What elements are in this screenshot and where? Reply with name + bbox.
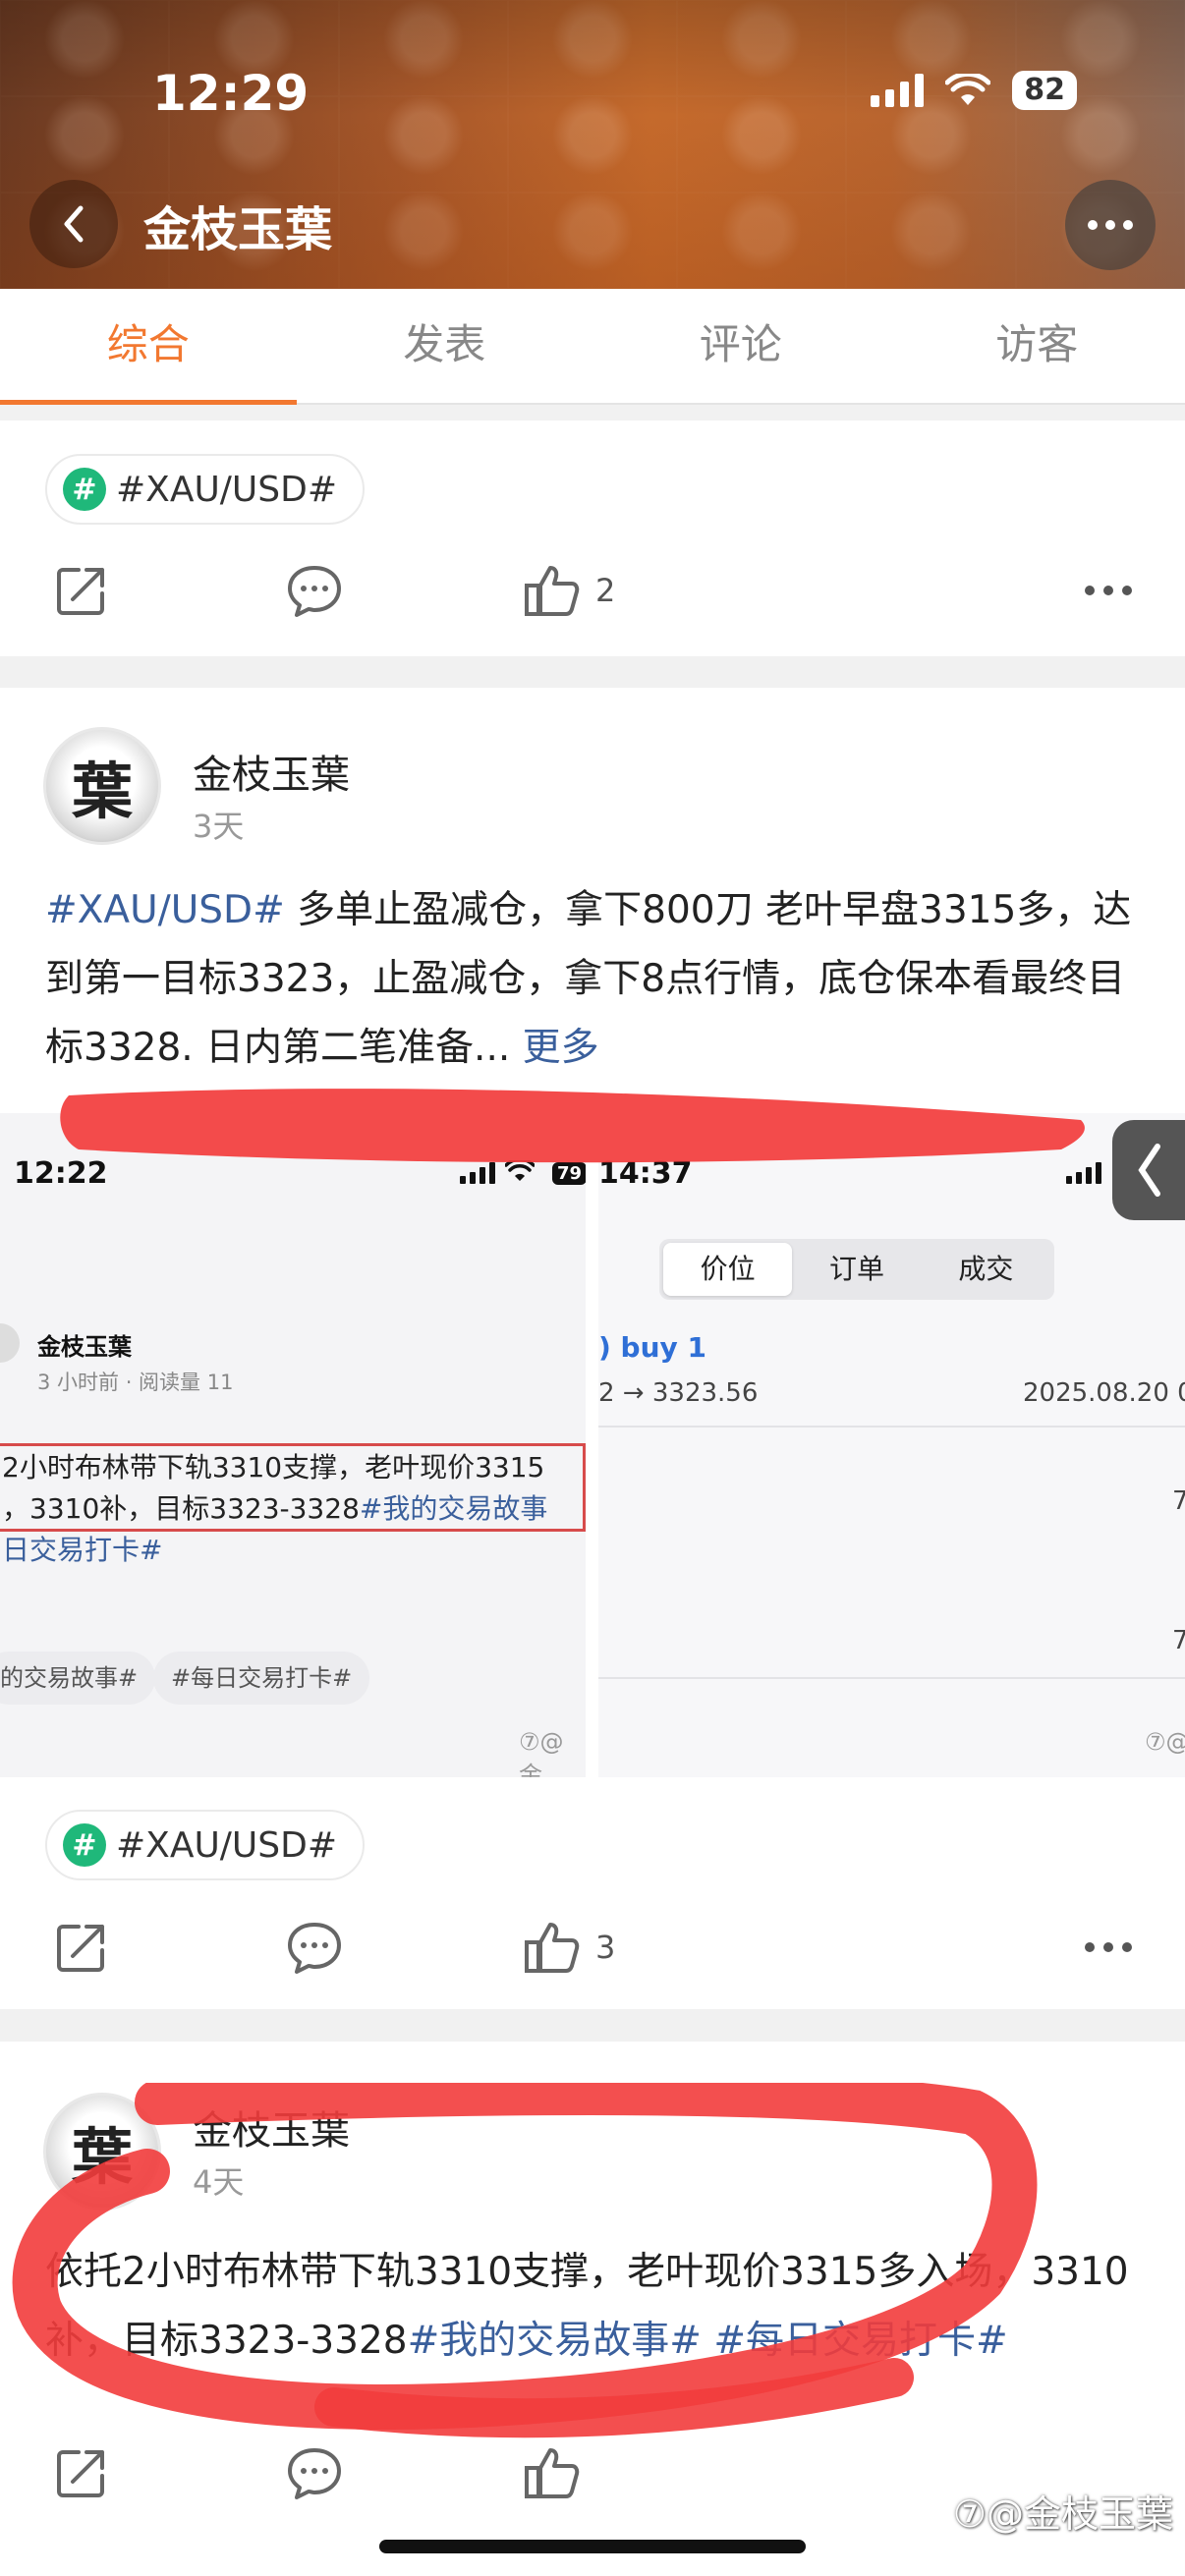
- post-author[interactable]: 金枝玉葉: [193, 2099, 350, 2156]
- share-icon: [57, 1925, 104, 1972]
- like-count: 3: [595, 1929, 616, 1966]
- chevron-left-icon: [1138, 1144, 1160, 1197]
- post-body[interactable]: 依托2小时布林带下轨3310支撑，老叶现价3315多入场，3310补，目标332…: [45, 2238, 1146, 2376]
- like-button[interactable]: 3: [523, 1903, 615, 1991]
- comment-icon: [288, 2448, 341, 2499]
- battery-indicator: 82: [1012, 71, 1077, 110]
- more-link[interactable]: 更多: [523, 1026, 599, 1070]
- trade-segmented-control: 价位 订单 成交: [659, 1239, 1054, 1300]
- profile-header: 12:29 82 金枝玉葉: [0, 0, 1185, 289]
- cellular-signal-icon: [871, 74, 925, 107]
- hashtag-link[interactable]: #XAU/USD#: [45, 888, 285, 932]
- thumbs-up-icon: [525, 1923, 580, 1973]
- hashtag-link[interactable]: #我的交易故事# #每日交易打卡#: [408, 2319, 1008, 2363]
- post-more-button[interactable]: [1085, 1942, 1132, 1952]
- comment-button[interactable]: [285, 2429, 344, 2517]
- thumbs-up-icon: [525, 2448, 580, 2498]
- topic-hash-icon: #: [63, 468, 106, 511]
- back-button[interactable]: [29, 180, 118, 268]
- wifi-icon: [945, 74, 991, 107]
- comment-icon: [288, 1923, 341, 1974]
- tab-comments[interactable]: 评论: [592, 289, 889, 403]
- like-button[interactable]: [523, 2429, 582, 2517]
- watermark: ⑦@金枝玉葉: [952, 2492, 1173, 2536]
- wifi-icon: [505, 1160, 535, 1181]
- profile-tabs: 综合 发表 评论 访客: [0, 289, 1185, 405]
- post-actions: 2: [0, 546, 1185, 635]
- comment-button[interactable]: [285, 546, 344, 635]
- like-button[interactable]: 2: [523, 546, 615, 635]
- avatar[interactable]: 葉: [43, 2093, 161, 2211]
- more-options-button[interactable]: [1065, 180, 1156, 270]
- post-actions: 3: [0, 1903, 1185, 1991]
- topic-hash-icon: #: [63, 1823, 106, 1867]
- tab-visitors[interactable]: 访客: [889, 289, 1185, 403]
- share-icon: [57, 568, 104, 615]
- chevron-left-icon: [64, 205, 84, 243]
- share-icon: [57, 2450, 104, 2497]
- comment-button[interactable]: [285, 1903, 344, 1991]
- cellular-signal-icon: [1066, 1162, 1101, 1184]
- share-button[interactable]: [53, 1903, 110, 1991]
- status-icons: 82: [871, 71, 1077, 110]
- avatar: [0, 1323, 20, 1363]
- seg-price[interactable]: 价位: [663, 1243, 793, 1296]
- post-image-left[interactable]: 12:22 79 金枝玉葉 3 小时前 · 阅读量 11 2小时布林带下轨331…: [0, 1113, 586, 1777]
- share-button[interactable]: [53, 2429, 110, 2517]
- side-drawer-handle[interactable]: [1112, 1120, 1185, 1220]
- topic-tag[interactable]: # #XAU/USD#: [45, 1810, 366, 1880]
- post-image-right[interactable]: 14:37 价位 订单 成交 ) buy 1 2 → 3323.56 2025.…: [598, 1113, 1185, 1777]
- tab-overview[interactable]: 综合: [0, 289, 297, 405]
- share-button[interactable]: [53, 546, 110, 635]
- post-card: # #XAU/USD# 2: [0, 420, 1185, 656]
- seg-deals[interactable]: 成交: [922, 1243, 1050, 1296]
- tab-posts[interactable]: 发表: [297, 289, 593, 403]
- seg-orders[interactable]: 订单: [792, 1243, 921, 1296]
- post-time: 3天: [193, 808, 245, 845]
- home-indicator[interactable]: [379, 2540, 806, 2553]
- page-title: 金枝玉葉: [143, 202, 333, 257]
- post-more-button[interactable]: [1085, 586, 1132, 595]
- post-author[interactable]: 金枝玉葉: [193, 743, 350, 800]
- post-body[interactable]: #XAU/USD# 多单止盈减仓，拿下800刀 老叶早盘3315多，达到第一目标…: [45, 876, 1146, 1083]
- thumbs-up-icon: [525, 566, 580, 616]
- post-time: 4天: [193, 2163, 245, 2201]
- cellular-signal-icon: [460, 1162, 495, 1184]
- status-time: 12:29: [152, 65, 310, 122]
- comment-icon: [288, 566, 341, 617]
- like-count: 2: [595, 572, 616, 609]
- avatar[interactable]: 葉: [43, 727, 161, 845]
- topic-tag[interactable]: # #XAU/USD#: [45, 454, 366, 525]
